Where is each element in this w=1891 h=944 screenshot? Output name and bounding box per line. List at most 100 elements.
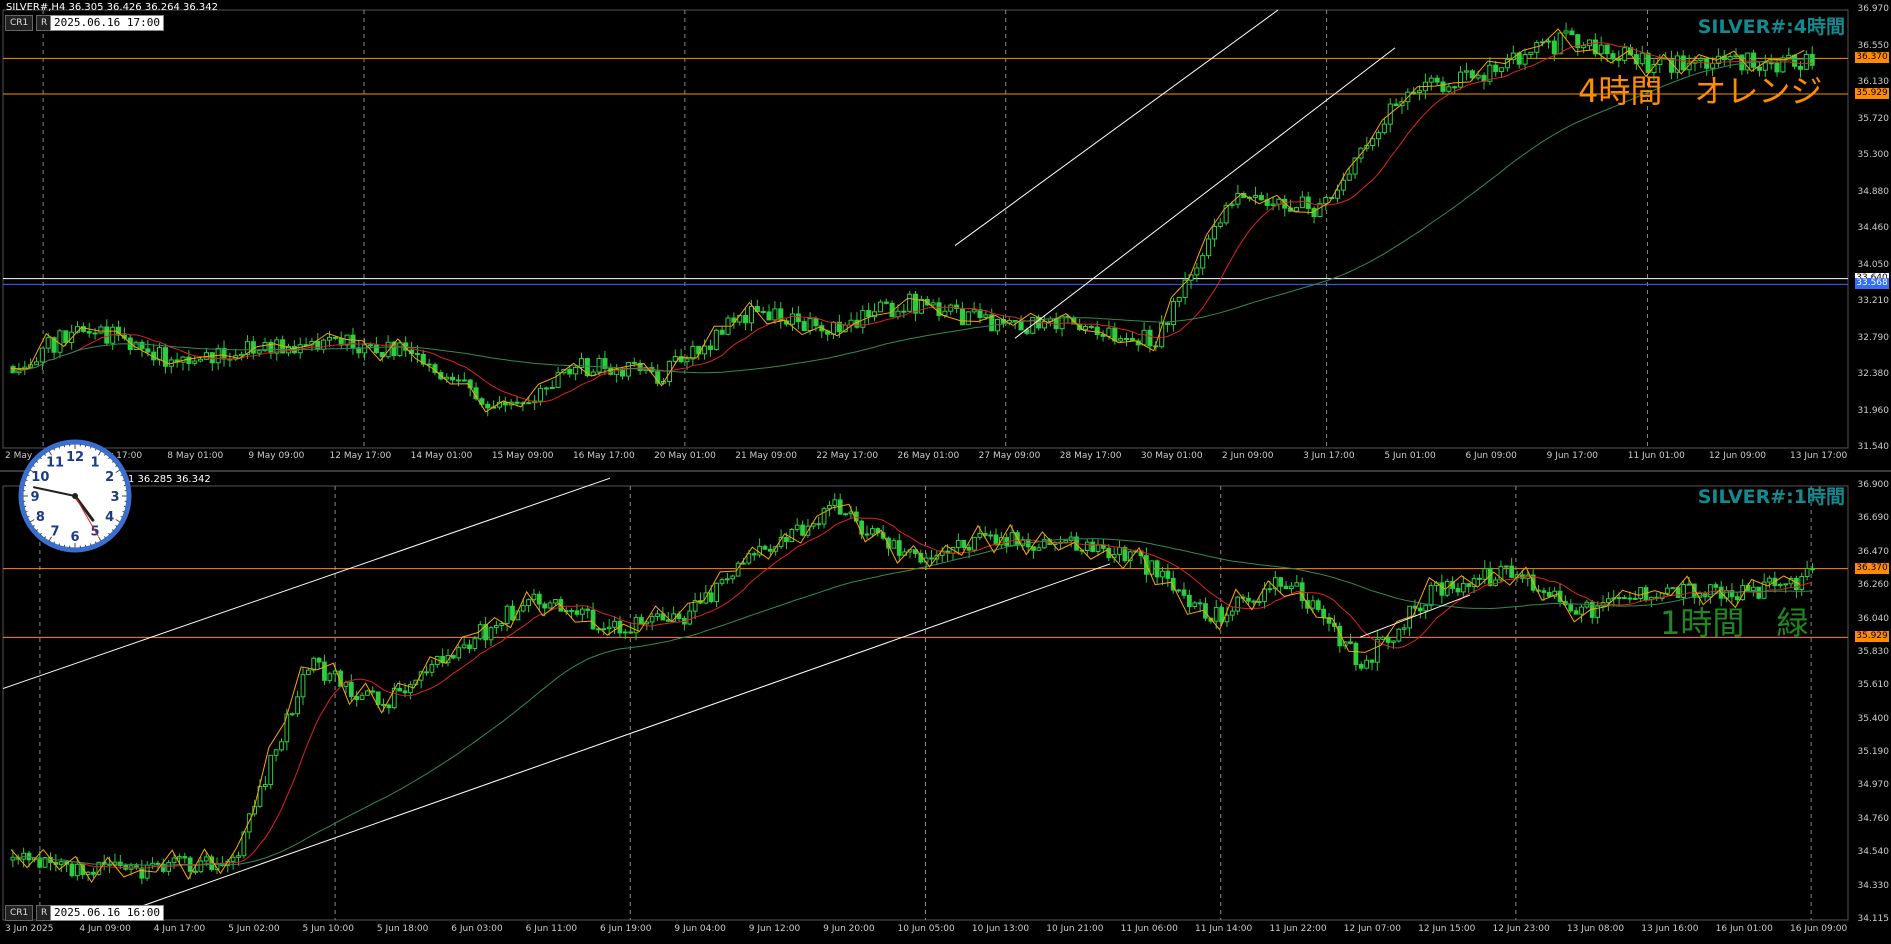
clock-number: 6 bbox=[70, 530, 79, 545]
candle-body bbox=[1610, 53, 1616, 60]
candle-body bbox=[883, 301, 889, 304]
h1-datetime-box[interactable]: 2025.06.16 16:00 bbox=[50, 905, 164, 921]
candle-body bbox=[92, 332, 98, 335]
candle-body bbox=[348, 681, 354, 697]
price-tag: 35.929 bbox=[1855, 87, 1889, 99]
candle-body bbox=[1101, 544, 1106, 549]
candle-body bbox=[1256, 601, 1262, 604]
candle-body bbox=[553, 599, 558, 604]
y-axis-tick-label: 35.400 bbox=[1857, 713, 1890, 724]
candle-body bbox=[800, 524, 805, 536]
price-tag: 33.568 bbox=[1855, 278, 1889, 290]
candle-body bbox=[1777, 583, 1783, 587]
analog-clock-widget[interactable]: 12 1 2 3 4 5 6 7 8 9 10 11 bbox=[16, 437, 134, 555]
candle-body bbox=[708, 592, 714, 603]
candle-body bbox=[1440, 81, 1446, 92]
candle-body bbox=[182, 856, 188, 859]
moving-average-red bbox=[12, 516, 1813, 870]
candle-body bbox=[1605, 598, 1611, 604]
x-axis-tick-label: 9 Jun 17:00 bbox=[1546, 451, 1599, 461]
candle-body bbox=[1751, 586, 1756, 592]
candle-body bbox=[1799, 576, 1805, 591]
clock-number: 7 bbox=[50, 525, 59, 540]
h4-cr-button[interactable]: CR1 bbox=[5, 15, 34, 31]
candle-body bbox=[362, 344, 368, 354]
candle-body bbox=[929, 557, 934, 560]
candle-body bbox=[155, 862, 161, 865]
candle-body bbox=[1783, 583, 1789, 586]
candle-body bbox=[1358, 664, 1364, 669]
candle-body bbox=[1252, 195, 1259, 198]
candle-body bbox=[1670, 587, 1676, 590]
candle-body bbox=[1573, 610, 1579, 615]
candle-body bbox=[456, 647, 462, 659]
x-axis-tick-label: 12 Jun 23:00 bbox=[1492, 924, 1550, 934]
x-axis-tick-label: 10 Jun 05:00 bbox=[897, 924, 955, 934]
x-axis-tick-label: 12 May 17:00 bbox=[329, 451, 392, 461]
x-axis-tick-label: 9 May 09:00 bbox=[248, 451, 305, 461]
candle-body bbox=[1106, 327, 1112, 337]
candle-body bbox=[1499, 67, 1505, 72]
candle-body bbox=[1493, 64, 1499, 72]
candle-body bbox=[866, 310, 872, 318]
candle-body bbox=[1258, 195, 1264, 201]
x-axis-tick-label: 9 Jun 12:00 bbox=[748, 924, 801, 934]
x-axis-tick-label: 27 May 09:00 bbox=[978, 451, 1041, 461]
candle-body bbox=[1206, 238, 1212, 257]
candle-body bbox=[1149, 560, 1155, 575]
candle-body bbox=[955, 539, 961, 549]
candle-body bbox=[751, 553, 757, 556]
candle-body bbox=[816, 523, 822, 526]
h4-datetime-box[interactable]: 2025.06.16 17:00 bbox=[50, 15, 164, 31]
candle-body bbox=[1385, 636, 1391, 643]
x-axis-tick-label: 6 Jun 19:00 bbox=[600, 924, 652, 934]
candle-body bbox=[1315, 600, 1321, 610]
clock-tick bbox=[58, 446, 61, 449]
h1-pane-title: SILVER#:1時間 bbox=[1697, 486, 1845, 508]
candle-body bbox=[1251, 600, 1257, 603]
x-axis-tick-label: 28 May 17:00 bbox=[1059, 451, 1122, 461]
clock-number: 9 bbox=[30, 490, 39, 505]
candle-body bbox=[1439, 582, 1445, 596]
clock-tick bbox=[89, 543, 92, 546]
candle-body bbox=[696, 345, 702, 355]
candle-body bbox=[198, 860, 204, 873]
candle-body bbox=[713, 329, 719, 350]
candle-body bbox=[408, 684, 413, 694]
candle-body bbox=[724, 578, 730, 581]
price-tag: 36.370 bbox=[1855, 52, 1889, 64]
candle-body bbox=[983, 314, 989, 318]
candle-body bbox=[977, 309, 983, 318]
candle-body bbox=[1197, 602, 1203, 605]
x-axis-tick-label: 12 Jun 09:00 bbox=[1708, 451, 1767, 461]
x-axis-tick-label: 20 May 01:00 bbox=[654, 451, 716, 461]
candle-body bbox=[1084, 541, 1090, 552]
x-axis-tick-label: 11 Jun 14:00 bbox=[1195, 924, 1253, 934]
h1-chart-canvas[interactable] bbox=[0, 472, 1891, 944]
h1-chart-pane[interactable]: 1 36.285 36.342 CR1 R 2025.06.16 16:00 S… bbox=[0, 472, 1891, 944]
x-axis-tick-label: 16 Jun 09:00 bbox=[1790, 924, 1848, 934]
candle-body bbox=[322, 661, 327, 681]
x-axis-tick-label: 3 Jun 2025 bbox=[5, 924, 54, 934]
candle-body bbox=[1551, 40, 1557, 55]
h1-cr-button[interactable]: CR1 bbox=[5, 905, 34, 921]
candle-body bbox=[295, 696, 300, 715]
h4-chart-pane[interactable]: SILVER#,H4 36.305 36.426 36.264 36.342 C… bbox=[0, 0, 1891, 472]
candle-body bbox=[1063, 539, 1069, 543]
candle-body bbox=[1391, 640, 1396, 643]
candle-body bbox=[1229, 610, 1235, 616]
x-axis-tick-label: 9 Jun 20:00 bbox=[823, 924, 875, 934]
candle-body bbox=[1452, 86, 1458, 89]
candle-body bbox=[63, 330, 69, 343]
candle-body bbox=[1417, 607, 1423, 612]
x-axis-tick-label: 9 Jun 04:00 bbox=[674, 924, 726, 934]
candle-body bbox=[350, 334, 356, 349]
candle-body bbox=[537, 387, 544, 402]
x-axis-tick-label: 5 Jun 10:00 bbox=[302, 924, 354, 934]
candle-body bbox=[171, 857, 177, 864]
candle-body bbox=[1141, 329, 1147, 346]
candle-body bbox=[316, 657, 322, 663]
candle-body bbox=[1528, 51, 1534, 55]
y-axis-tick-label: 32.380 bbox=[1857, 369, 1890, 379]
candle-body bbox=[58, 861, 64, 865]
